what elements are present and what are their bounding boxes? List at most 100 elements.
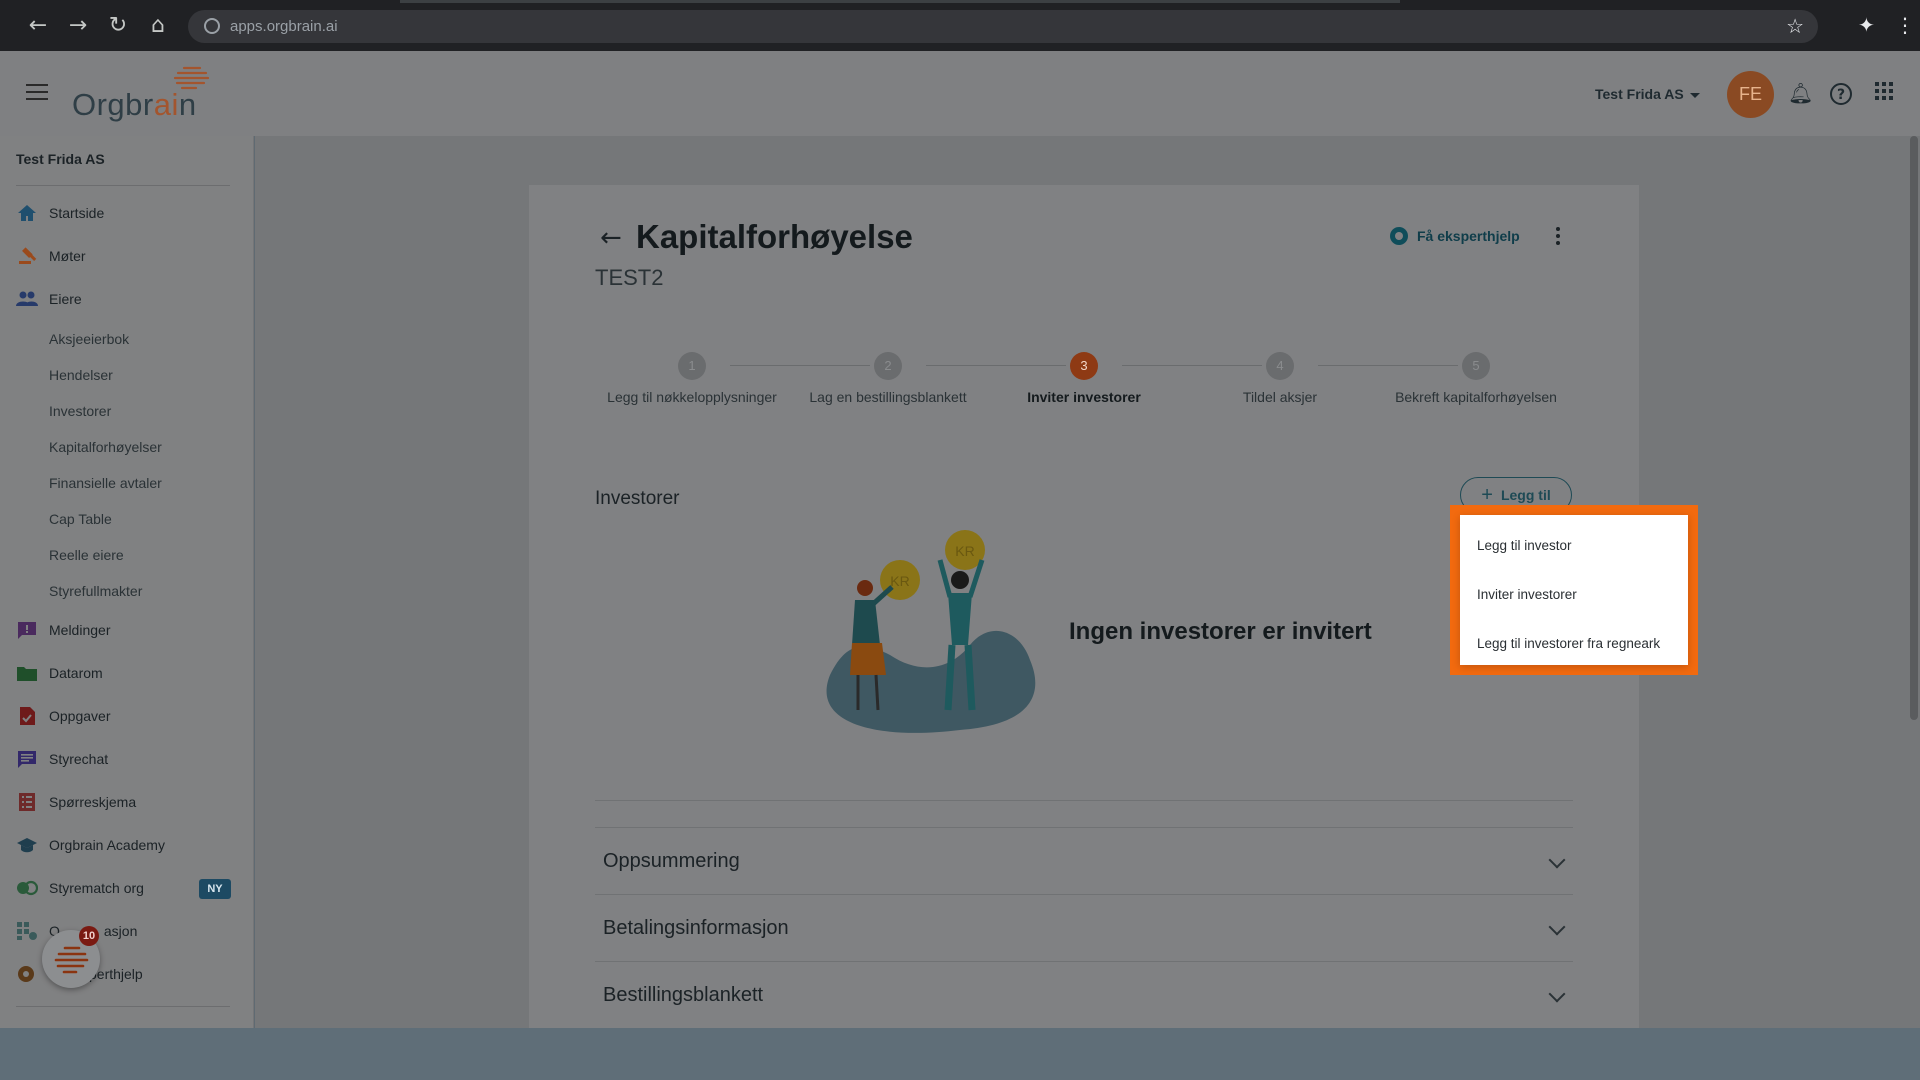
expert-icon (18, 966, 34, 982)
accordion-divider (595, 961, 1573, 962)
brain-logo-icon (54, 946, 89, 974)
address-bar[interactable]: apps.orgbrain.ai ☆ (188, 10, 1818, 43)
page-subtitle: TEST2 (595, 265, 664, 290)
sidebar-item-label: Styrechat (49, 751, 109, 767)
browser-menu-icon[interactable]: ⋮ (1895, 13, 1915, 37)
new-badge: NY (199, 879, 231, 899)
sidebar-item-label: Startside (49, 205, 105, 221)
page-scrollbar[interactable] (1910, 136, 1918, 720)
home-icon (18, 205, 36, 221)
page-title: Kapitalforhøyelse (636, 218, 913, 255)
sidebar-item-label: Styrematch org (49, 880, 144, 896)
sidebar-item-label: Møter (49, 248, 86, 264)
forward-icon[interactable]: → (66, 14, 90, 38)
expert-help-link[interactable]: Få eksperthjelp (1390, 227, 1520, 245)
sidebar-subitem-hendelser[interactable]: Hendelser (49, 367, 113, 383)
tab-strip (400, 0, 1400, 3)
sidebar-item-oppgaver[interactable]: Oppgaver (16, 704, 110, 728)
survey-icon (19, 793, 35, 811)
sidebar-item-datarom[interactable]: Datarom (16, 661, 103, 685)
accordion-betalingsinformasjon[interactable]: Betalingsinformasjon (603, 917, 789, 940)
reload-icon[interactable]: ↻ (106, 14, 130, 38)
sidebar-subitem-kapitalforhoyelser[interactable]: Kapitalforhøyelser (49, 439, 162, 455)
back-icon[interactable]: ← (26, 14, 50, 38)
company-name: Test Frida AS (1595, 86, 1684, 102)
user-avatar[interactable]: FE (1727, 71, 1774, 118)
url-text: apps.orgbrain.ai (230, 18, 338, 35)
sidebar-item-label: Orgbrain Academy (49, 837, 165, 853)
expert-help-icon (1390, 227, 1408, 245)
company-selector[interactable]: Test Frida AS (1595, 86, 1700, 102)
add-button-label: Legg til (1500, 487, 1551, 503)
sidebar-item-moter[interactable]: Møter (16, 244, 86, 268)
extensions-icon[interactable]: ✦ (1858, 13, 1875, 37)
home-browser-icon[interactable]: ⌂ (146, 14, 170, 38)
step-3-label[interactable]: Inviter investorer (984, 389, 1184, 405)
sidebar: Test Frida AS Startside Møter Eiere Aksj… (0, 136, 254, 1028)
sidebar-subitem-styrefullmakter[interactable]: Styrefullmakter (49, 583, 142, 599)
app-header: Orgbrain Test Frida AS FE 🔔︎ ? (0, 51, 1920, 136)
empty-state-message: Ingen investorer er invitert (1069, 618, 1372, 645)
bookmark-star-icon[interactable]: ☆ (1786, 14, 1804, 38)
step-4-label[interactable]: Tildel aksjer (1180, 389, 1380, 405)
accordion-oppsummering[interactable]: Oppsummering (603, 850, 740, 873)
sidebar-org-name: Test Frida AS (16, 151, 105, 167)
step-2-number[interactable]: 2 (874, 352, 902, 380)
sidebar-subitem-reelle-eiere[interactable]: Reelle eiere (49, 547, 124, 563)
notification-count-badge: 10 (79, 926, 99, 946)
step-3-number[interactable]: 3 (1070, 352, 1098, 380)
folder-icon (17, 667, 37, 681)
sidebar-item-sporreskjema[interactable]: Spørreskjema (16, 790, 136, 814)
task-icon (20, 707, 35, 725)
browser-toolbar: ← → ↻ ⌂ apps.orgbrain.ai ☆ ✦ ⋮ (0, 0, 1920, 51)
step-5-label[interactable]: Bekreft kapitalforhøyelsen (1374, 389, 1578, 405)
section-divider (595, 800, 1573, 801)
sidebar-item-label: Meldinger (49, 622, 111, 638)
sidebar-divider (16, 1006, 230, 1007)
orgbrain-logo[interactable]: Orgbrain (72, 65, 212, 125)
people-icon (16, 291, 38, 306)
match-icon (17, 880, 38, 896)
step-2-label[interactable]: Lag en bestillingsblankett (788, 389, 988, 405)
site-info-icon[interactable] (204, 18, 220, 34)
bell-icon[interactable]: 🔔︎ (1788, 81, 1813, 105)
help-icon[interactable]: ? (1830, 83, 1852, 105)
accordion-bestillingsblankett[interactable]: Bestillingsblankett (603, 984, 763, 1007)
sidebar-item-label: Spørreskjema (49, 794, 137, 810)
sidebar-item-label: Eiere (49, 291, 82, 307)
sidebar-subitem-investorer[interactable]: Investorer (49, 403, 111, 419)
more-options-icon[interactable] (1556, 227, 1562, 247)
sidebar-subitem-cap-table[interactable]: Cap Table (49, 511, 112, 527)
plus-icon: + (1481, 483, 1493, 506)
sidebar-subitem-aksjeeierbok[interactable]: Aksjeeierbok (49, 331, 129, 347)
sidebar-subitem-finansielle-avtaler[interactable]: Finansielle avtaler (49, 475, 162, 491)
step-1-number[interactable]: 1 (678, 352, 706, 380)
menu-item-add-investor[interactable]: Legg til investor (1460, 521, 1688, 570)
academy-icon (17, 838, 37, 853)
step-5-number[interactable]: 5 (1462, 352, 1490, 380)
menu-icon[interactable] (26, 84, 48, 100)
menu-item-invite-investors[interactable]: Inviter investorer (1460, 570, 1688, 619)
orgbrain-assistant-button[interactable]: 10 (42, 926, 100, 988)
sidebar-item-orgbrain-academy[interactable]: Orgbrain Academy (16, 833, 165, 857)
caret-down-icon (1689, 92, 1700, 98)
sidebar-item-startside[interactable]: Startside (16, 201, 104, 225)
step-4-number[interactable]: 4 (1266, 352, 1294, 380)
coin-label-left: KR (890, 573, 909, 589)
coin-label-right: KR (955, 543, 974, 559)
stepper-connector (926, 365, 1066, 366)
menu-item-add-from-spreadsheet[interactable]: Legg til investorer fra regneark (1460, 619, 1688, 668)
sidebar-item-eiere[interactable]: Eiere (16, 287, 82, 311)
sidebar-item-meldinger[interactable]: Meldinger (16, 618, 110, 642)
accordion-divider (595, 894, 1573, 895)
message-alert-icon (18, 622, 36, 639)
step-1-label[interactable]: Legg til nøkkelopplysninger (592, 389, 792, 405)
stepper-connector (730, 365, 870, 366)
back-arrow-icon[interactable]: ← (600, 223, 622, 253)
apps-grid-icon[interactable] (1872, 81, 1896, 105)
org-chart-icon (17, 922, 37, 940)
sidebar-item-styrechat[interactable]: Styrechat (16, 747, 108, 771)
sidebar-item-label: Datarom (49, 665, 103, 681)
sidebar-item-styrematch-org[interactable]: Styrematch org (16, 876, 144, 900)
investors-section-title: Investorer (595, 488, 680, 509)
